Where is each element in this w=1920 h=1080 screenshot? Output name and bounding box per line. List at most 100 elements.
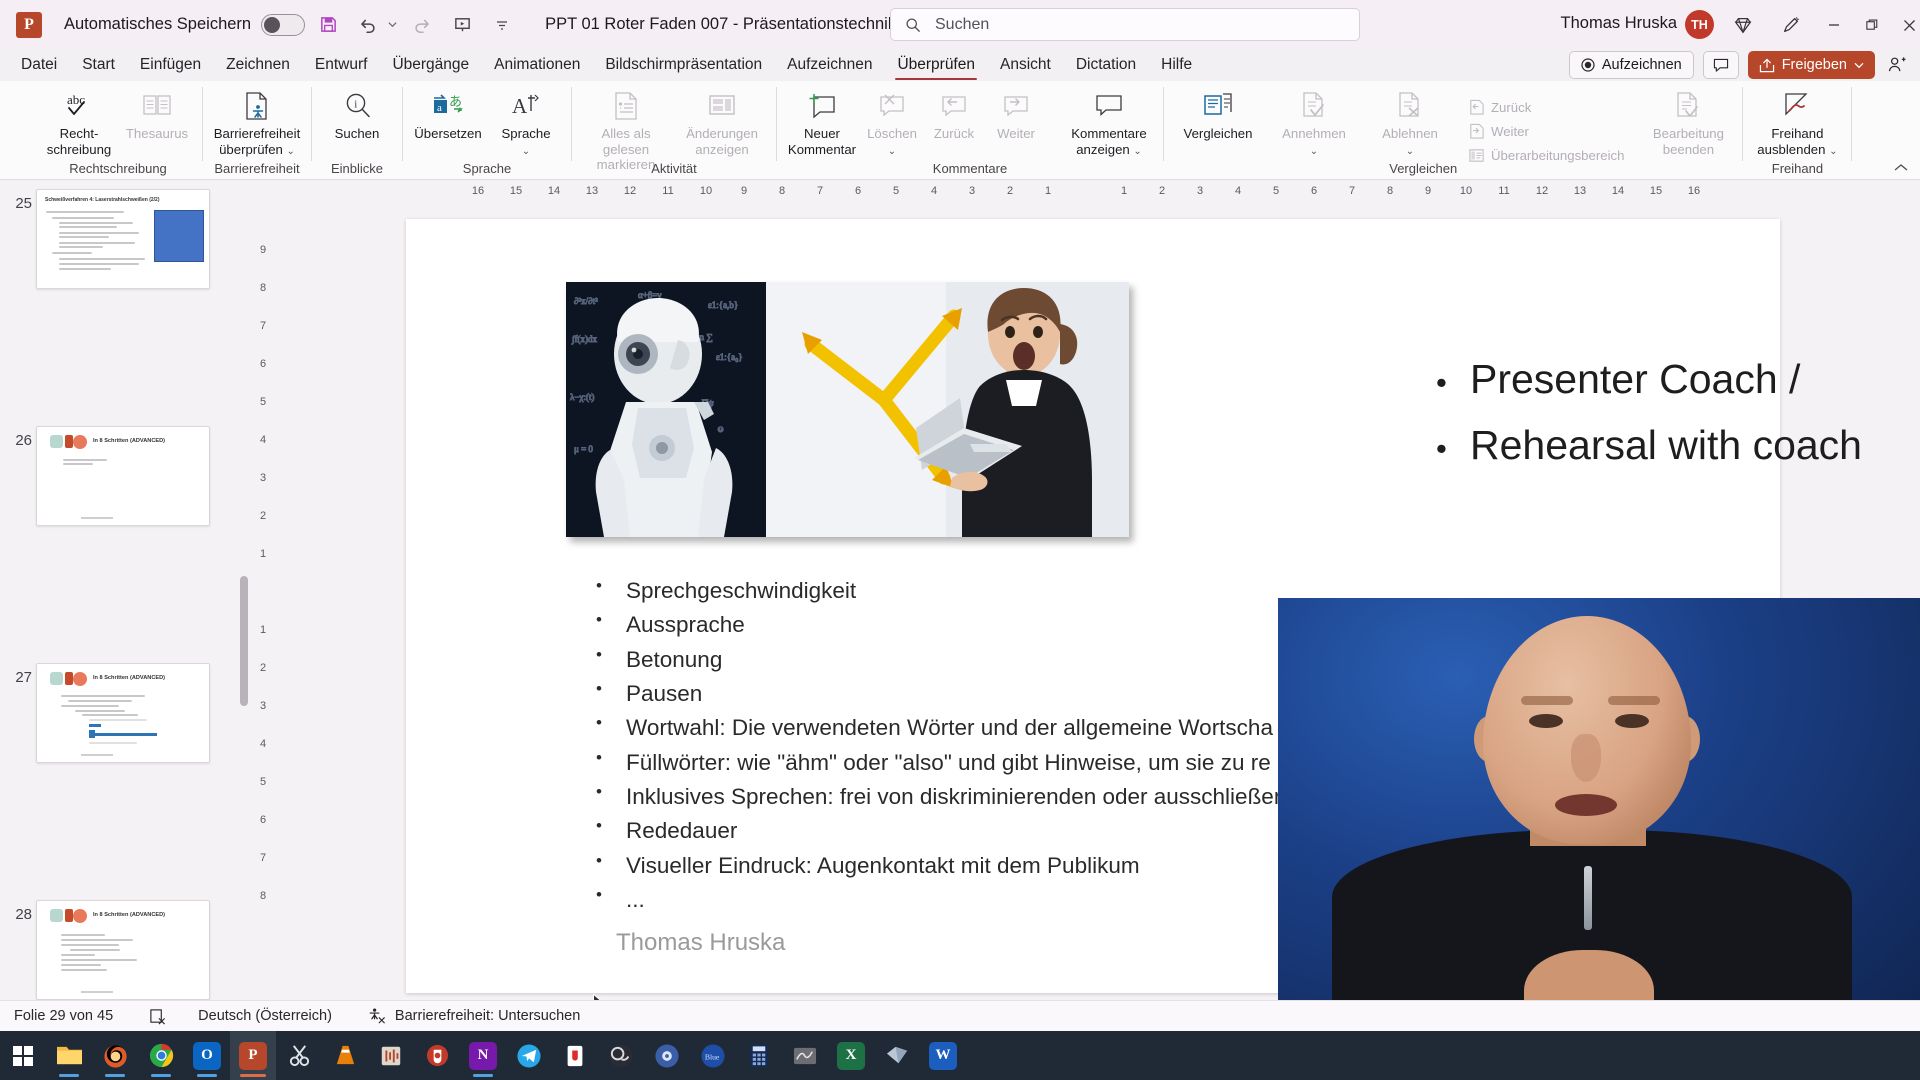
collapse-ribbon-icon[interactable] bbox=[1894, 163, 1908, 173]
ruler-tick: 6 bbox=[259, 358, 267, 370]
taskbar-audacity[interactable] bbox=[414, 1031, 460, 1080]
slide-thumbnail-pane[interactable]: 25 Schweißverfahren 4: Laserstrahlschwei… bbox=[0, 181, 252, 1031]
tab-dictation[interactable]: Dictation bbox=[1065, 52, 1147, 78]
slide-preview[interactable]: In 8 Schritten (ADVANCED) bbox=[36, 426, 210, 526]
tab-entwurf[interactable]: Entwurf bbox=[304, 52, 379, 78]
accessibility-status[interactable]: Barrierefreiheit: Untersuchen bbox=[368, 1007, 580, 1025]
tab-zeichnen[interactable]: Zeichnen bbox=[215, 52, 301, 78]
taskbar-firefox[interactable] bbox=[92, 1031, 138, 1080]
tab-hilfe[interactable]: Hilfe bbox=[1150, 52, 1203, 78]
reject-change-button: Ablehnen ⌄ bbox=[1362, 85, 1458, 157]
taskbar-wacom-tablet[interactable] bbox=[782, 1031, 828, 1080]
slide-counter[interactable]: Folie 29 von 45 bbox=[14, 1008, 113, 1024]
taskbar-word[interactable]: W bbox=[920, 1031, 966, 1080]
spelling-button[interactable]: abc Recht-schreibung bbox=[40, 85, 118, 157]
new-comment-button[interactable]: Neuer Kommentar bbox=[783, 85, 861, 157]
minimize-icon[interactable] bbox=[1821, 12, 1847, 38]
user-name[interactable]: Thomas Hruska bbox=[1561, 14, 1677, 33]
copilot-diamond-icon[interactable] bbox=[1730, 12, 1756, 38]
taskbar-snipping-tool[interactable] bbox=[276, 1031, 322, 1080]
avatar[interactable]: TH bbox=[1685, 10, 1714, 39]
taskbar-bluetooth-tool[interactable]: Blue bbox=[690, 1031, 736, 1080]
accessibility-check-icon bbox=[242, 90, 272, 122]
ribbon-tab-bar: Datei Start Einfügen Zeichnen Entwurf Üb… bbox=[0, 49, 1920, 81]
tab-animationen[interactable]: Animationen bbox=[483, 52, 591, 78]
taskbar-start-button[interactable] bbox=[0, 1031, 46, 1080]
tab-bildschirmpraesentation[interactable]: Bildschirmpräsentation bbox=[594, 52, 773, 78]
svg-text:λ−χ:(t): λ−χ:(t) bbox=[570, 392, 594, 402]
language-status[interactable]: Deutsch (Österreich) bbox=[198, 1008, 332, 1024]
taskbar-audio-editor[interactable] bbox=[368, 1031, 414, 1080]
taskbar-google-chrome[interactable] bbox=[138, 1031, 184, 1080]
translate-button[interactable]: aあ Übersetzen bbox=[409, 85, 487, 142]
save-icon[interactable] bbox=[311, 8, 345, 42]
start-presentation-icon[interactable] bbox=[445, 8, 479, 42]
share-button[interactable]: Freigeben bbox=[1747, 51, 1875, 79]
taskbar-excel[interactable]: X bbox=[828, 1031, 874, 1080]
chevron-down-icon[interactable] bbox=[1854, 60, 1864, 70]
taskbar-outlook[interactable]: O bbox=[184, 1031, 230, 1080]
slide-thumbnail-27[interactable]: 27 In 8 Schritten (ADVANCED) bbox=[0, 659, 252, 777]
taskbar-obs-studio[interactable] bbox=[598, 1031, 644, 1080]
thumbnail-scrollbar-thumb[interactable] bbox=[240, 576, 248, 706]
ruler-tick: 5 bbox=[259, 776, 267, 788]
ribbon-group-einblicke: i Suchen Einblicke bbox=[312, 81, 402, 180]
taskbar-camtasia[interactable] bbox=[552, 1031, 598, 1080]
ruler-tick: 16 bbox=[1687, 185, 1701, 197]
slide-preview[interactable]: In 8 Schritten (ADVANCED) bbox=[36, 900, 210, 1000]
slide-heading[interactable]: Presenter Coach / Rehearsal with coach bbox=[1436, 347, 1920, 478]
taskbar-powerpoint[interactable]: P bbox=[230, 1031, 276, 1080]
tab-einfuegen[interactable]: Einfügen bbox=[129, 52, 212, 78]
taskbar-onenote[interactable]: N bbox=[460, 1031, 506, 1080]
slide-preview[interactable]: In 8 Schritten (ADVANCED) bbox=[36, 663, 210, 763]
title-bar: P Automatisches Speichern PPT 01 Roter F… bbox=[0, 0, 1920, 49]
taskbar-onedrive[interactable] bbox=[874, 1031, 920, 1080]
ruler-tick: 3 bbox=[968, 185, 976, 197]
language-button[interactable]: A Sprache ⌄ bbox=[487, 85, 565, 157]
search-input[interactable]: Suchen bbox=[890, 8, 1360, 41]
compare-button[interactable]: Vergleichen bbox=[1170, 85, 1266, 142]
restore-icon[interactable] bbox=[1859, 12, 1885, 38]
tab-aufzeichnen[interactable]: Aufzeichnen bbox=[776, 52, 883, 78]
people-share-icon[interactable] bbox=[1884, 56, 1910, 74]
taskbar-disc-burner[interactable] bbox=[644, 1031, 690, 1080]
slide-thumbnail-26[interactable]: 26 In 8 Schritten (ADVANCED) bbox=[0, 422, 252, 540]
close-icon[interactable] bbox=[1896, 12, 1920, 38]
undo-dropdown-icon[interactable] bbox=[385, 8, 399, 42]
quick-access-more-icon[interactable] bbox=[485, 8, 519, 42]
thumbnail-scrollbar[interactable] bbox=[240, 181, 248, 1031]
slide-thumbnail-25[interactable]: 25 Schweißverfahren 4: Laserstrahlschwei… bbox=[0, 185, 252, 303]
svg-text:A: A bbox=[512, 94, 528, 118]
comments-button[interactable] bbox=[1702, 51, 1739, 79]
slide-thumbnail-28[interactable]: 28 In 8 Schritten (ADVANCED) bbox=[0, 896, 252, 1014]
tab-uebergaenge[interactable]: Übergänge bbox=[381, 52, 480, 78]
taskbar-file-explorer[interactable] bbox=[46, 1031, 92, 1080]
hide-ink-icon bbox=[1782, 90, 1812, 122]
taskbar-telegram[interactable] bbox=[506, 1031, 552, 1080]
share-button-label: Freigeben bbox=[1781, 57, 1847, 73]
tab-start[interactable]: Start bbox=[71, 52, 126, 78]
show-comments-button[interactable]: Kommentare anzeigen ⌄ bbox=[1061, 85, 1157, 157]
record-button[interactable]: Aufzeichnen bbox=[1568, 51, 1694, 79]
autosave-label: Automatisches Speichern bbox=[64, 15, 252, 33]
tab-ansicht[interactable]: Ansicht bbox=[989, 52, 1062, 78]
redo-icon[interactable] bbox=[405, 8, 439, 42]
check-accessibility-button[interactable]: Barrierefreiheit überprüfen ⌄ bbox=[209, 85, 305, 157]
slide-image[interactable]: ∂²x/∂t² α+β=γ ε1:{a,b} ∫f(x)dx 0→n ∑ ε1:… bbox=[566, 282, 1129, 537]
slide-preview-title: In 8 Schritten (ADVANCED) bbox=[93, 438, 165, 444]
spellcheck-status[interactable] bbox=[149, 1008, 166, 1025]
slide-preview[interactable]: Schweißverfahren 4: Laserstrahlschweißen… bbox=[36, 189, 210, 289]
taskbar-calculator[interactable] bbox=[736, 1031, 782, 1080]
pen-highlight-icon[interactable] bbox=[1778, 12, 1804, 38]
autosave-toggle[interactable] bbox=[261, 13, 306, 36]
ruler-tick: 16 bbox=[471, 185, 485, 197]
hide-ink-button[interactable]: Freihand ausblenden ⌄ bbox=[1749, 85, 1845, 157]
tab-ueberpruefen[interactable]: Überprüfen bbox=[886, 52, 986, 80]
tab-datei[interactable]: Datei bbox=[10, 52, 68, 78]
presenter-webcam-overlay[interactable] bbox=[1278, 598, 1920, 1032]
slide-footer: Thomas Hruska bbox=[616, 929, 786, 956]
undo-icon[interactable] bbox=[351, 8, 385, 42]
smart-lookup-button[interactable]: i Suchen bbox=[318, 85, 396, 142]
ruler-tick: 15 bbox=[509, 185, 523, 197]
taskbar-vlc-media-player[interactable] bbox=[322, 1031, 368, 1080]
